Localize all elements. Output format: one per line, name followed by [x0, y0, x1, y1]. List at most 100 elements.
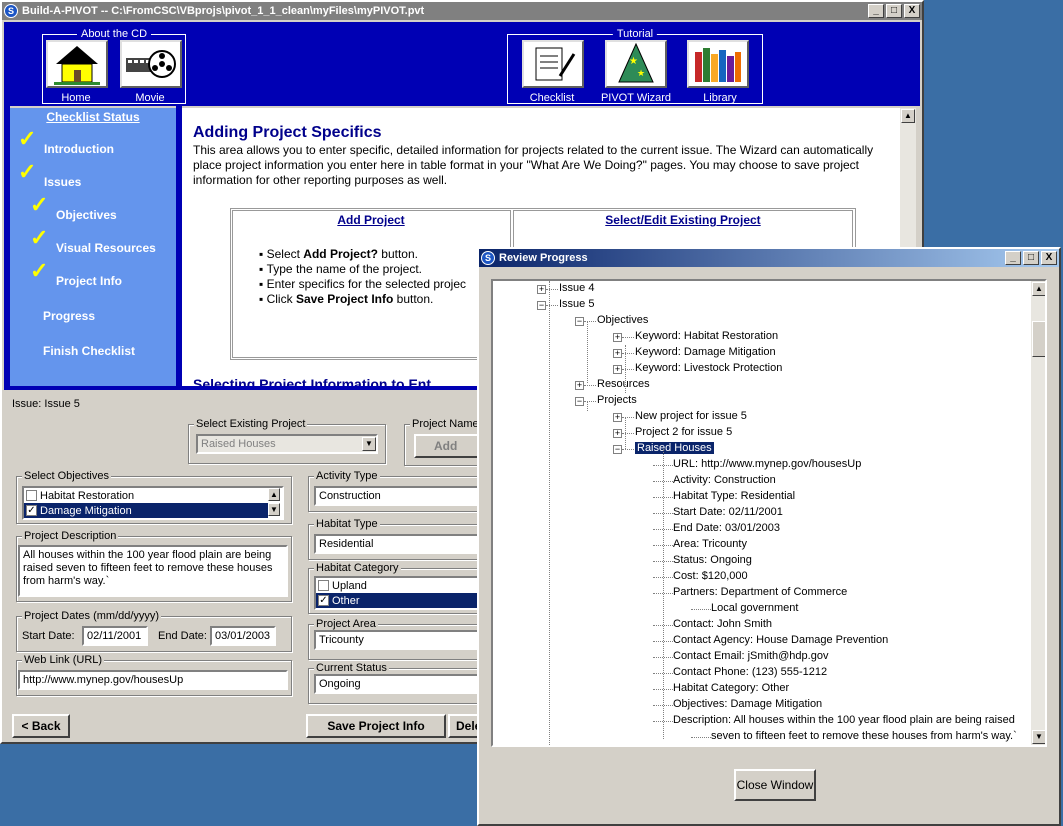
checkbox-unchecked-icon[interactable] — [318, 580, 329, 591]
library-button[interactable] — [687, 40, 749, 88]
movie-button[interactable] — [120, 40, 182, 88]
sidebar-item-progress[interactable]: Progress — [43, 309, 95, 323]
objective-item[interactable]: ✓ Damage Mitigation — [24, 503, 268, 518]
tree-node[interactable]: Contact Email: jSmith@hdp.gov — [673, 650, 828, 662]
tree-node[interactable]: Habitat Category: Other — [673, 682, 789, 694]
scroll-up-arrow[interactable]: ▲ — [1032, 282, 1045, 296]
tree-node[interactable]: Local government — [711, 602, 798, 614]
sidebar-item-project-info[interactable]: Project Info — [56, 274, 122, 288]
add-project-button[interactable]: Add Pro — [414, 434, 480, 458]
tree-node[interactable]: Keyword: Habitat Restoration — [635, 330, 778, 342]
tree-node[interactable]: Projects — [597, 394, 637, 406]
back-button[interactable]: < Back — [12, 714, 70, 738]
expand-icon[interactable]: + — [613, 365, 622, 374]
tree-node[interactable]: Issue 5 — [559, 298, 594, 310]
main-titlebar[interactable]: S Build-A-PIVOT -- C:\FromCSC\VBprojs\pi… — [2, 2, 922, 20]
close-button[interactable]: X — [904, 4, 920, 18]
save-project-info-button[interactable]: Save Project Info — [306, 714, 446, 738]
sidebar-item-issues[interactable]: Issues — [44, 175, 81, 189]
tree-node[interactable]: Raised Houses — [634, 441, 715, 455]
scroll-up-arrow[interactable]: ▲ — [268, 488, 280, 501]
tree-node[interactable]: Habitat Type: Residential — [673, 490, 795, 502]
maximize-button[interactable]: □ — [1023, 251, 1039, 265]
maximize-button[interactable]: □ — [886, 4, 902, 18]
sidebar-item-introduction[interactable]: Introduction — [44, 142, 114, 156]
habitat-category-item[interactable]: ✓ Other — [316, 593, 478, 608]
tree-node[interactable]: Issue 4 — [559, 282, 594, 294]
habitat-category-listbox[interactable]: Upland ✓ Other — [314, 576, 480, 610]
minimize-button[interactable]: _ — [868, 4, 884, 18]
checkbox-unchecked-icon[interactable] — [26, 490, 37, 501]
expand-icon[interactable]: + — [613, 333, 622, 342]
checkbox-checked-icon[interactable]: ✓ — [318, 595, 329, 606]
existing-project-select[interactable]: Raised Houses — [196, 434, 378, 454]
sidebar-item-objectives[interactable]: Objectives — [56, 208, 117, 222]
close-button[interactable]: X — [1041, 251, 1057, 265]
description-textarea[interactable]: All houses within the 100 year flood pla… — [18, 545, 288, 597]
checklist-status-title[interactable]: Checklist Status — [10, 110, 176, 124]
sidebar-item-visual-resources[interactable]: Visual Resources — [56, 241, 156, 255]
expand-icon[interactable]: + — [537, 285, 546, 294]
tree-node[interactable]: Keyword: Livestock Protection — [635, 362, 782, 374]
tree-node[interactable]: Keyword: Damage Mitigation — [635, 346, 776, 358]
tree-node[interactable]: Contact Agency: House Damage Prevention — [673, 634, 888, 646]
tree-node[interactable]: New project for issue 5 — [635, 410, 747, 422]
habitat-category-label: Habitat Category — [314, 562, 401, 574]
home-button[interactable] — [46, 40, 108, 88]
checklist-button[interactable] — [522, 40, 584, 88]
habitat-type-select[interactable]: Residential — [314, 534, 480, 554]
start-date-input[interactable]: 02/11/2001 — [82, 626, 148, 646]
cut-heading: Selecting Project Information to Ent — [193, 376, 432, 386]
film-reel-icon — [126, 50, 176, 78]
sidebar-item-finish-checklist[interactable]: Finish Checklist — [43, 344, 135, 358]
progress-tree[interactable]: + Issue 4 − Issue 5 − Objectives + Keyword: Hab… — [491, 279, 1047, 747]
objective-item[interactable]: Habitat Restoration — [24, 488, 282, 503]
movie-label: Movie — [135, 92, 165, 104]
tree-node[interactable]: Objectives — [597, 314, 648, 326]
collapse-icon[interactable]: − — [537, 301, 546, 310]
expand-icon[interactable]: + — [575, 381, 584, 390]
tree-node[interactable]: Description: All houses within the 100 y… — [673, 714, 1015, 726]
weblink-input[interactable]: http://www.mynep.gov/housesUp — [18, 670, 288, 690]
collapse-icon[interactable]: − — [575, 397, 584, 406]
expand-icon[interactable]: + — [613, 349, 622, 358]
tree-node[interactable]: Status: Ongoing — [673, 554, 752, 566]
expand-icon[interactable]: + — [613, 429, 622, 438]
close-window-button[interactable]: Close Window — [734, 769, 816, 801]
tree-node[interactable]: seven to fifteen feet to remove these ho… — [711, 730, 1017, 742]
tree-scrollbar[interactable]: ▲ ▼ — [1031, 281, 1045, 745]
collapse-icon[interactable]: − — [613, 445, 622, 454]
tree-node[interactable]: Resources — [597, 378, 650, 390]
checkbox-checked-icon[interactable]: ✓ — [26, 505, 37, 516]
tree-node[interactable]: Partners: Department of Commerce — [673, 586, 847, 598]
scroll-thumb[interactable] — [1032, 321, 1045, 357]
tree-node[interactable]: URL: http://www.mynep.gov/housesUp — [673, 458, 861, 470]
tree-node[interactable]: Project 2 for issue 5 — [635, 426, 732, 438]
objectives-listbox[interactable]: Habitat Restoration ✓ Damage Mitigation — [22, 486, 284, 520]
tree-node[interactable]: Activity: Construction — [673, 474, 776, 486]
habitat-type-label: Habitat Type — [314, 518, 380, 530]
review-titlebar[interactable]: S Review Progress _ □ X — [479, 249, 1059, 267]
scroll-down-arrow[interactable]: ▼ — [268, 503, 280, 516]
status-select[interactable]: Ongoing — [314, 674, 480, 694]
scroll-down-arrow[interactable]: ▼ — [1032, 730, 1045, 744]
expand-icon[interactable]: + — [613, 413, 622, 422]
tree-node[interactable]: Contact: John Smith — [673, 618, 772, 630]
project-area-select[interactable]: Tricounty — [314, 630, 480, 650]
tree-node[interactable]: Contact Phone: (123) 555-1212 — [673, 666, 827, 678]
tree-node[interactable]: End Date: 03/01/2003 — [673, 522, 780, 534]
pivot-wizard-button[interactable]: ★ ★ — [605, 40, 667, 88]
scroll-up-arrow[interactable]: ▲ — [901, 109, 915, 123]
habitat-category-item[interactable]: Upland — [316, 578, 478, 593]
tree-guide-line — [663, 449, 664, 739]
tree-node[interactable]: Cost: $120,000 — [673, 570, 748, 582]
activity-select[interactable]: Construction — [314, 486, 480, 506]
tree-node[interactable]: Objectives: Damage Mitigation — [673, 698, 822, 710]
tree-node[interactable]: Start Date: 02/11/2001 — [673, 506, 783, 518]
end-date-input[interactable]: 03/01/2003 — [210, 626, 276, 646]
tree-node[interactable]: Area: Tricounty — [673, 538, 747, 550]
step-item: ▪ Select Add Project? button. — [259, 247, 418, 261]
dropdown-arrow-icon[interactable]: ▼ — [362, 437, 376, 451]
collapse-icon[interactable]: − — [575, 317, 584, 326]
minimize-button[interactable]: _ — [1005, 251, 1021, 265]
